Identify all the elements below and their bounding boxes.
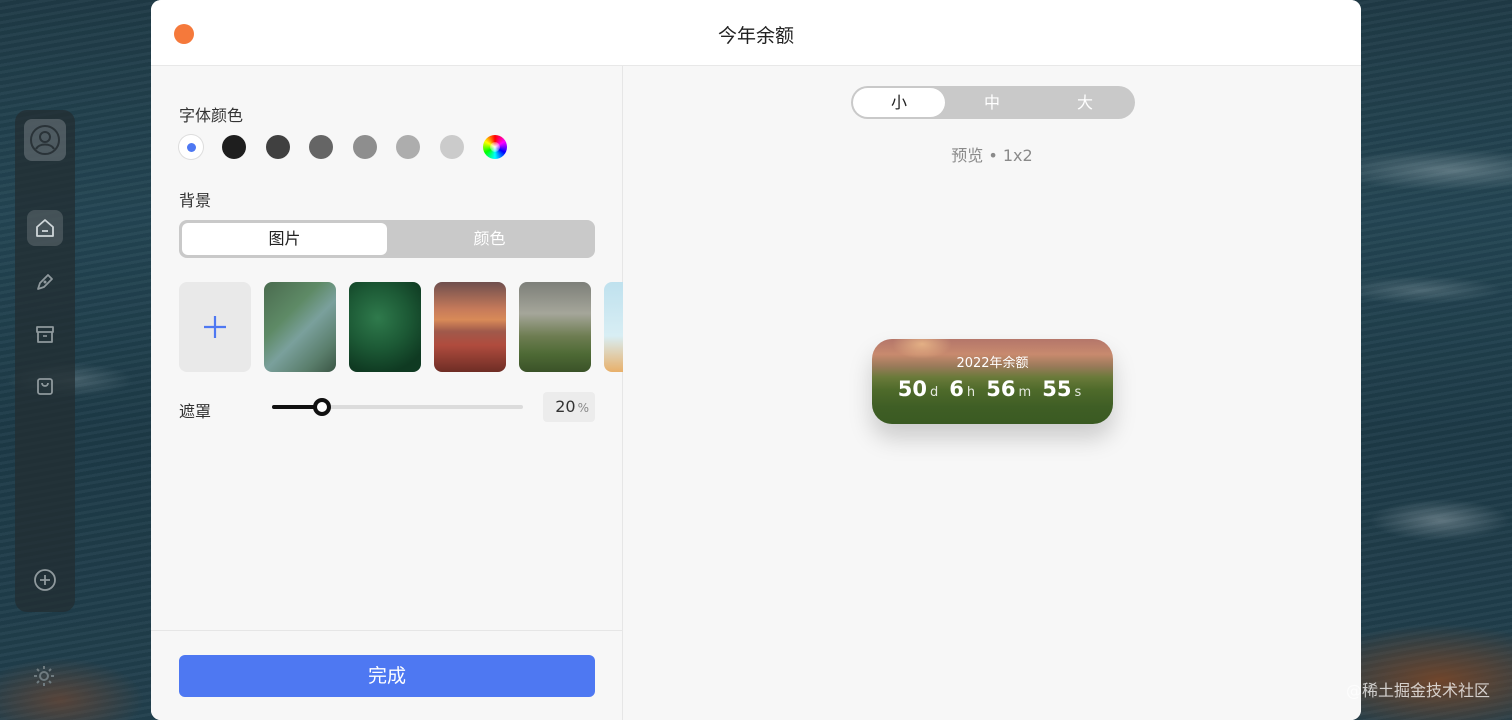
mask-slider-track[interactable]: [272, 405, 523, 409]
store-icon: [36, 326, 54, 343]
color-swatch-gray[interactable]: [309, 135, 333, 159]
background-label: 背景: [179, 191, 212, 210]
tab-color[interactable]: 颜色: [387, 223, 592, 255]
font-color-label: 字体颜色: [179, 106, 244, 125]
watermark: @稀土掘金技术社区: [1345, 681, 1490, 700]
color-swatch-lighter-gray[interactable]: [440, 135, 464, 159]
dock-home-button[interactable]: [27, 210, 63, 246]
widget-title: 2022年余额: [956, 356, 1029, 371]
color-swatch-black[interactable]: [222, 135, 246, 159]
color-swatch-light-gray[interactable]: [396, 135, 420, 159]
days-value: 50: [897, 377, 927, 401]
dialog-footer: 完成: [151, 630, 622, 720]
size-small-option[interactable]: 小: [853, 88, 945, 117]
selected-dot-icon: [186, 142, 196, 152]
mask-value-field[interactable]: 20%: [543, 392, 595, 422]
color-swatch-dark-gray[interactable]: [266, 135, 290, 159]
tab-image[interactable]: 图片: [182, 223, 387, 255]
app-dock: [15, 110, 75, 612]
countdown-widget-preview: 2022年余额 50 d 6h 56 m 55 s: [872, 339, 1113, 424]
background-thumbnail[interactable]: [349, 282, 421, 372]
dock-add-button[interactable]: [27, 562, 63, 598]
background-thumbnail[interactable]: [604, 282, 623, 372]
add-image-button[interactable]: [179, 282, 251, 372]
user-icon: [30, 125, 60, 155]
preview-panel: 小 中 大 预览 • 1x2 2022年余额 50 d 6h 56 m 55 s: [623, 66, 1361, 720]
home-icon: [36, 219, 54, 237]
background-type-toggle: 图片 颜色: [179, 220, 595, 258]
mask-value: 20: [555, 397, 576, 416]
size-large-option[interactable]: 大: [1039, 88, 1131, 117]
preview-label: 预览 • 1x2: [951, 146, 1033, 165]
plus-circle-icon: [34, 569, 56, 591]
dialog-header: 今年余额: [151, 0, 1361, 66]
avatar[interactable]: [24, 119, 66, 161]
bag-icon: [37, 378, 53, 395]
dock-store-button[interactable]: [27, 316, 63, 352]
widget-countdown: 50 d 6h 56 m 55 s: [872, 377, 1113, 401]
background-thumbnail[interactable]: [519, 282, 591, 372]
background-thumbnail[interactable]: [434, 282, 506, 372]
color-swatch-mid-gray[interactable]: [353, 135, 377, 159]
mask-unit: %: [577, 401, 589, 415]
background-thumbnail[interactable]: [264, 282, 336, 372]
seconds-unit: s: [1074, 385, 1082, 400]
mask-label: 遮罩: [179, 402, 212, 421]
hours-unit: h: [966, 385, 976, 400]
mask-slider-handle[interactable]: [313, 398, 331, 416]
done-button[interactable]: 完成: [179, 655, 595, 697]
days-unit: d: [929, 385, 939, 400]
plus-icon: [204, 316, 226, 338]
color-picker-rainbow-icon[interactable]: [483, 135, 507, 159]
minutes-unit: m: [1018, 385, 1032, 400]
dialog-title: 今年余额: [717, 25, 794, 47]
gear-icon: [34, 666, 54, 686]
settings-button[interactable]: [30, 662, 58, 690]
widget-editor-dialog: 今年余额 字体颜色 背景 图片 颜色 遮罩 20 % 完成 小 中 大 预览 •…: [151, 0, 1361, 720]
pen-icon: [37, 274, 53, 290]
seconds-value: 55: [1042, 377, 1072, 401]
color-swatch-selected[interactable]: [179, 135, 203, 159]
minutes-value: 56: [986, 377, 1016, 401]
dock-edit-button[interactable]: [27, 264, 63, 300]
widget-size-toggle: 小 中 大: [851, 86, 1135, 119]
settings-panel: 字体颜色 背景 图片 颜色 遮罩 20% 完成: [151, 66, 623, 720]
dock-bag-button[interactable]: [27, 368, 63, 404]
hours-value: 6: [949, 377, 964, 401]
size-medium-option[interactable]: 中: [946, 88, 1038, 117]
